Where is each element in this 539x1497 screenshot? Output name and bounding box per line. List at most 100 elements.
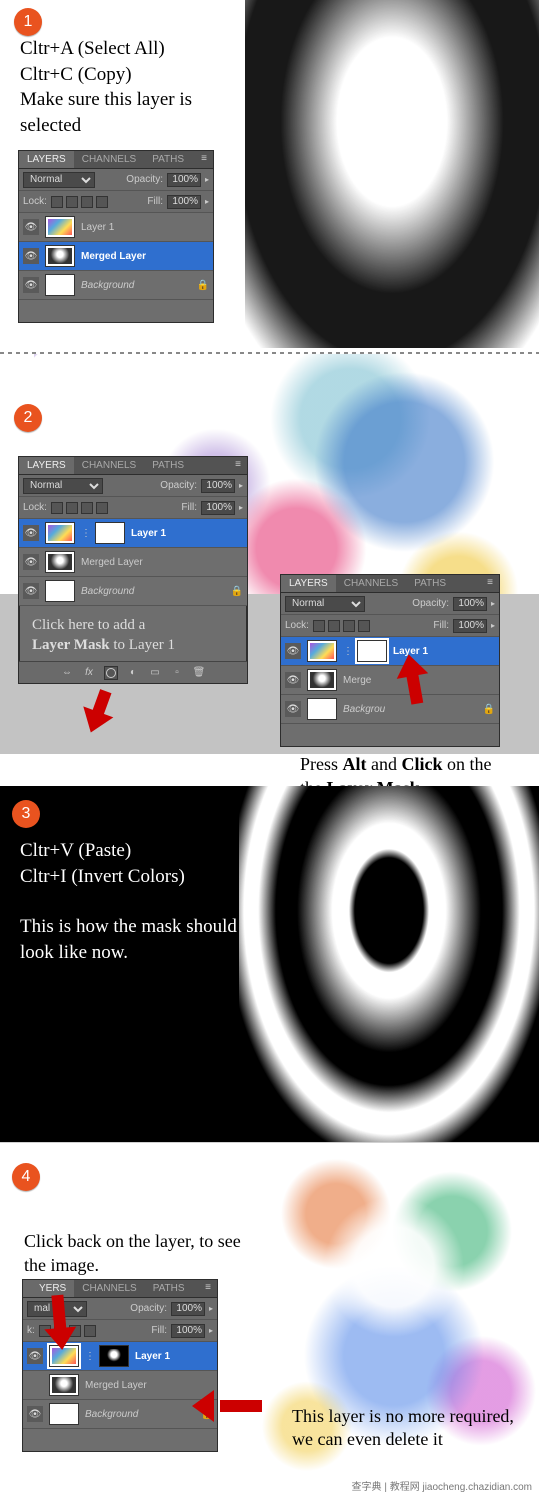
- lock-transparency-icon[interactable]: [51, 196, 63, 208]
- fill-input[interactable]: [171, 1324, 205, 1338]
- layer-row-background[interactable]: 👁 Background 🔒: [19, 271, 213, 300]
- tab-layers[interactable]: LAYERS: [281, 575, 336, 592]
- tab-channels[interactable]: CHANNELS: [74, 151, 144, 168]
- layer-thumb: [307, 640, 337, 662]
- fill-arrow-icon[interactable]: ▸: [491, 621, 495, 630]
- opacity-input[interactable]: [453, 597, 487, 611]
- lock-icon: 🔒: [483, 704, 495, 715]
- lock-transparency-icon[interactable]: [51, 502, 63, 514]
- red-arrow-to-layer-thumb: [45, 1294, 74, 1356]
- lock-all-icon[interactable]: [358, 620, 370, 632]
- layer-row-background[interactable]: 👁 Backgrou 🔒: [281, 695, 499, 724]
- fx-icon[interactable]: fx: [82, 666, 96, 680]
- layer-row-merged[interactable]: 👁 Merged Layer: [19, 242, 213, 271]
- tab-paths[interactable]: PATHS: [145, 1280, 193, 1297]
- layers-list: 👁 ⋮ Layer 1 👁 Merge 👁 Backgrou 🔒: [281, 637, 499, 746]
- lock-position-icon[interactable]: [343, 620, 355, 632]
- lock-icons: [51, 196, 108, 208]
- tab-channels[interactable]: CHANNELS: [74, 457, 144, 474]
- layer-thumb: [49, 1374, 79, 1396]
- lock-all-icon[interactable]: [84, 1325, 96, 1337]
- layer-row-layer1[interactable]: 👁 Layer 1: [19, 213, 213, 242]
- add-mask-button[interactable]: [104, 666, 118, 680]
- visibility-icon[interactable]: 👁: [285, 701, 301, 717]
- tab-channels[interactable]: CHANNELS: [336, 575, 406, 592]
- opacity-arrow-icon[interactable]: ▸: [209, 1304, 213, 1313]
- lock-icons: [313, 620, 370, 632]
- new-layer-icon[interactable]: ▫: [170, 666, 184, 680]
- step-4-section: 4 Click back on the layer, to see the im…: [0, 1142, 539, 1496]
- layer-row-layer1[interactable]: 👁 ⋮ Layer 1: [281, 637, 499, 666]
- layer-row-layer1[interactable]: 👁 ⋮ Layer 1: [19, 519, 247, 548]
- lock-pixels-icon[interactable]: [66, 502, 78, 514]
- visibility-icon[interactable]: 👁: [27, 1406, 43, 1422]
- lock-label: Lock:: [23, 502, 47, 513]
- visibility-icon[interactable]: 👁: [285, 672, 301, 688]
- panel-menu-icon[interactable]: ≡: [229, 457, 247, 474]
- lock-pixels-icon[interactable]: [66, 196, 78, 208]
- s3-line2: Cltr+I (Invert Colors): [20, 864, 250, 890]
- visibility-icon[interactable]: 👁: [23, 219, 39, 235]
- step-4-instructions: Click back on the layer, to see the imag…: [24, 1229, 254, 1278]
- blend-mode-select[interactable]: Normal: [23, 172, 95, 188]
- fill-arrow-icon[interactable]: ▸: [239, 503, 243, 512]
- visibility-icon-off[interactable]: [27, 1377, 43, 1393]
- panel-menu-icon[interactable]: ≡: [195, 151, 213, 168]
- lock-pixels-icon[interactable]: [328, 620, 340, 632]
- fill-input[interactable]: [453, 619, 487, 633]
- trash-icon[interactable]: 🗑: [192, 666, 206, 680]
- panel-menu-icon[interactable]: ≡: [199, 1280, 217, 1297]
- layer-row-background[interactable]: 👁 Background 🔒: [23, 1400, 217, 1429]
- visibility-icon[interactable]: 👁: [23, 248, 39, 264]
- layer-row-merged[interactable]: 👁 Merged Layer: [19, 548, 247, 577]
- lock-position-icon[interactable]: [81, 502, 93, 514]
- panel-menu-icon[interactable]: ≡: [481, 575, 499, 592]
- tab-channels[interactable]: CHANNELS: [74, 1280, 144, 1297]
- adjustment-icon[interactable]: ◐: [126, 666, 140, 680]
- lock-position-icon[interactable]: [81, 196, 93, 208]
- link-layers-icon[interactable]: ⇔: [60, 666, 74, 680]
- fill-input[interactable]: [167, 195, 201, 209]
- fill-arrow-icon[interactable]: ▸: [209, 1326, 213, 1335]
- panel-tabs: LAYERS CHANNELS PATHS ≡: [19, 457, 247, 475]
- layers-panel-2-left: LAYERS CHANNELS PATHS ≡ Normal Opacity: …: [18, 456, 248, 684]
- opacity-input[interactable]: [201, 479, 235, 493]
- visibility-icon[interactable]: 👁: [23, 525, 39, 541]
- blend-mode-select[interactable]: Normal: [285, 596, 365, 612]
- mask-thumb: [99, 1345, 129, 1367]
- blend-mode-select[interactable]: Normal: [23, 478, 103, 494]
- fill-label: Fill:: [151, 1325, 167, 1336]
- group-icon[interactable]: ▭: [148, 666, 162, 680]
- t: and: [367, 754, 402, 774]
- lock-row: Lock: Fill: ▸: [19, 191, 213, 213]
- opacity-input[interactable]: [167, 173, 201, 187]
- layer-name: Merged Layer: [85, 1380, 147, 1391]
- lock-transparency-icon[interactable]: [313, 620, 325, 632]
- tab-layers[interactable]: LAYERS: [19, 151, 74, 168]
- tab-layers[interactable]: LAYERS: [19, 457, 74, 474]
- opacity-arrow-icon[interactable]: ▸: [205, 175, 209, 184]
- layer-row-background[interactable]: 👁 Background 🔒: [19, 577, 247, 606]
- tab-paths[interactable]: PATHS: [144, 151, 192, 168]
- visibility-icon[interactable]: 👁: [23, 554, 39, 570]
- fill-input[interactable]: [201, 501, 235, 515]
- layers-list: 👁 Layer 1 👁 Merged Layer 👁 Background 🔒: [19, 213, 213, 322]
- visibility-icon[interactable]: 👁: [23, 583, 39, 599]
- fill-arrow-icon[interactable]: ▸: [205, 197, 209, 206]
- layer-thumb: [49, 1403, 79, 1425]
- lock-all-icon[interactable]: [96, 502, 108, 514]
- visibility-icon[interactable]: 👁: [23, 277, 39, 293]
- opacity-input[interactable]: [171, 1302, 205, 1316]
- opacity-arrow-icon[interactable]: ▸: [491, 599, 495, 608]
- layer-name: Merged Layer: [81, 557, 143, 568]
- mask-thumb-selected[interactable]: [357, 640, 387, 662]
- tab-paths[interactable]: PATHS: [144, 457, 192, 474]
- tab-paths[interactable]: PATHS: [406, 575, 454, 592]
- layer-row-merged[interactable]: 👁 Merge: [281, 666, 499, 695]
- visibility-icon[interactable]: 👁: [27, 1348, 43, 1364]
- layer-row-merged[interactable]: Merged Layer: [23, 1371, 217, 1400]
- opacity-arrow-icon[interactable]: ▸: [239, 481, 243, 490]
- layer-name: Merged Layer: [81, 251, 146, 262]
- lock-all-icon[interactable]: [96, 196, 108, 208]
- visibility-icon[interactable]: 👁: [285, 643, 301, 659]
